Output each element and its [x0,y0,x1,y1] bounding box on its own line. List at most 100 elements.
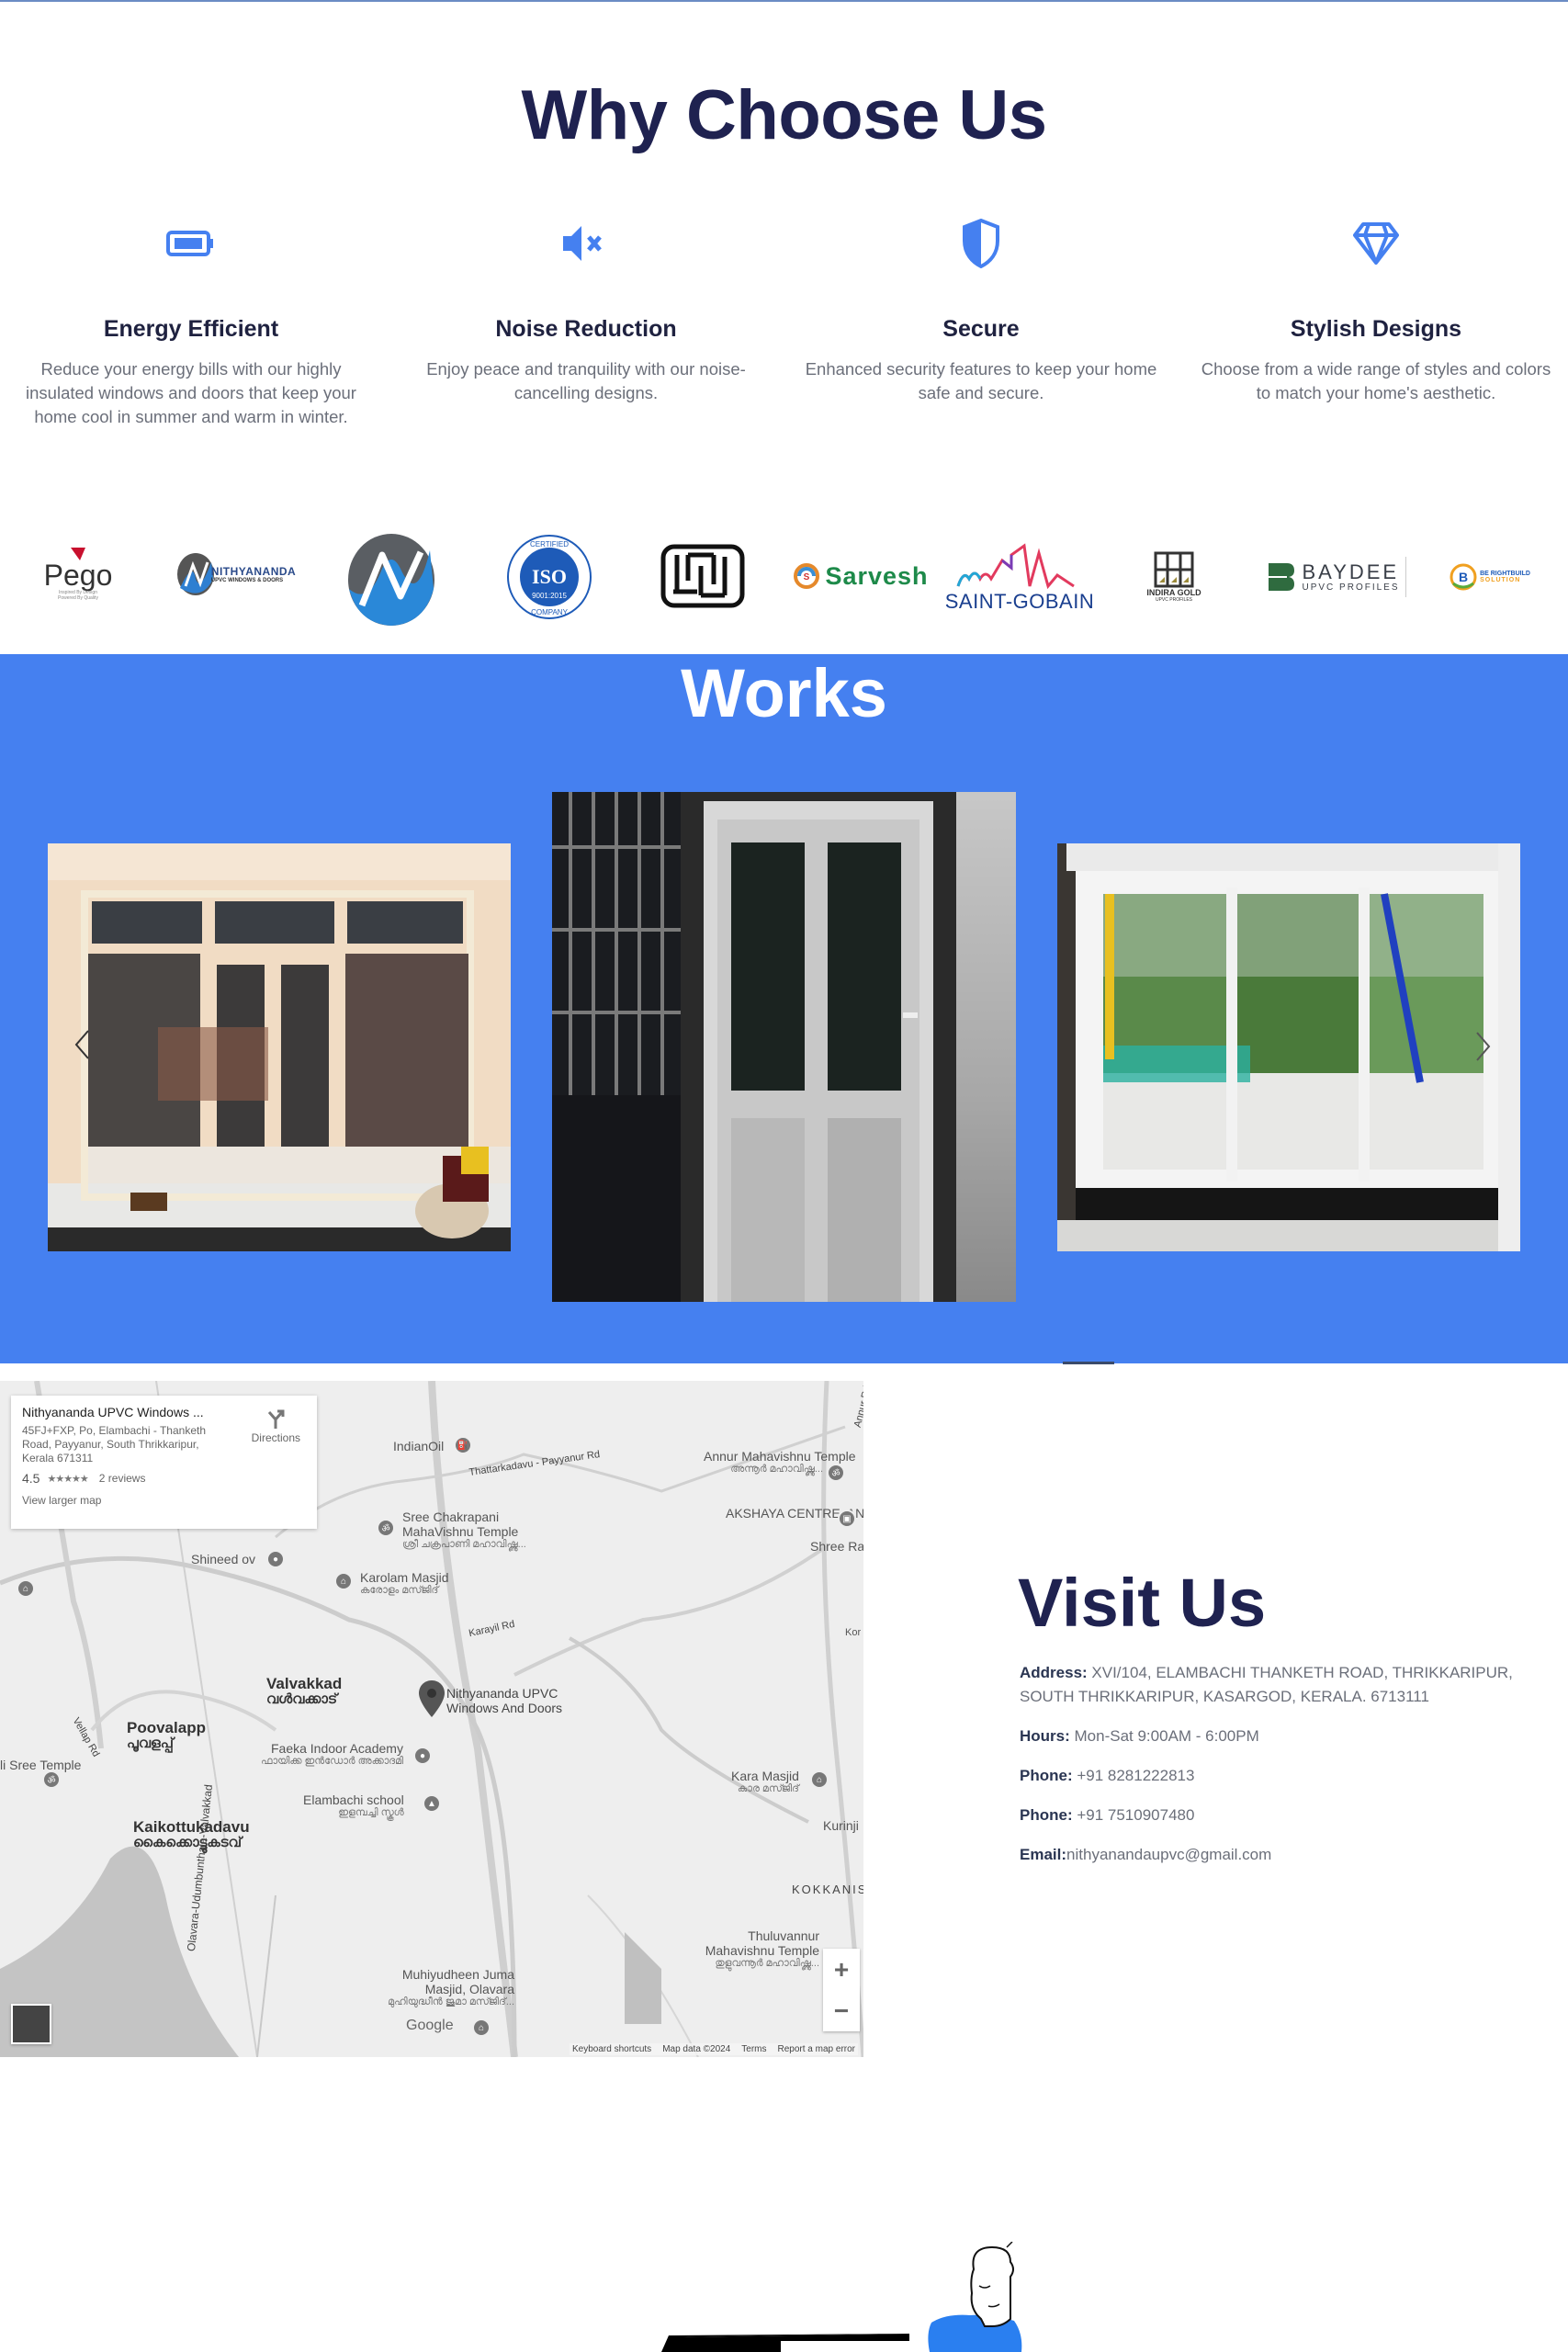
map-label: AKSHAYA CENTRE, ANNUR [726,1506,863,1521]
reviews-link[interactable]: 2 reviews [99,1472,146,1485]
carousel-prev-arrow[interactable] [73,1029,99,1066]
terms-link[interactable]: Terms [741,2044,766,2054]
view-larger-map-link[interactable]: View larger map [22,1494,306,1507]
feature-secure: Secure Enhanced security features to kee… [797,219,1165,405]
directions-icon [268,1409,285,1429]
rating-stars-icon: ★★★★★ [47,1473,88,1485]
sarvesh-logo: S Sarvesh [785,558,937,594]
mosque-poi-icon[interactable]: ⌂ [334,1572,353,1590]
be-rightbuild-logo: B BE RIGHTBUILD SOLUTION [1444,556,1536,598]
feature-noise-reduction: Noise Reduction Enjoy peace and tranquil… [402,219,770,405]
map-layer-toggle[interactable] [11,2004,51,2044]
place-rating: 4.5 ★★★★★ 2 reviews [22,1471,146,1486]
keyboard-shortcuts-link[interactable]: Keyboard shortcuts [572,2044,651,2054]
feature-description: Enhanced security features to keep your … [805,359,1157,402]
person-illustration [643,2241,1084,2352]
diamond-icon [1192,219,1560,268]
partner-logos-strip: Pego Inspired By Design Powered By Quali… [0,528,1568,639]
report-map-error-link[interactable]: Report a map error [778,2044,855,2054]
feature-title: Stylish Designs [1290,316,1462,342]
feature-description: Reduce your energy bills with our highly… [26,359,356,426]
svg-text:S: S [804,572,810,582]
n-brand-logo [342,532,441,628]
feature-energy-efficient: Energy Efficient Reduce your energy bill… [7,219,375,429]
location-pin-icon[interactable] [419,1680,445,1722]
temple-poi-icon[interactable]: ॐ [827,1464,845,1482]
map-label: Kurinji [823,1818,859,1833]
google-logo: Google [406,2018,454,2033]
bank-poi-icon[interactable]: ▣ [838,1510,856,1528]
map-label: Kor [845,1627,862,1638]
works-section: Works [0,654,1568,1364]
map-label: Sree Chakrapani MahaVishnu Temple ശ്രീ ചക… [402,1510,526,1550]
map-area-label: Poovalapp പൂവളപ്പ് [127,1719,206,1751]
svg-text:B: B [1459,570,1468,584]
baydee-logo: BAYDEE UPVC PROFILES [1264,556,1411,598]
map-label: Annur Mahavishnu Temple അന്നൂർ മഹാവിഷ്ണു.… [704,1449,856,1475]
zoom-in-button[interactable]: + [823,1949,860,1990]
hours-row: Hours: Mon-Sat 9:00AM - 6:00PM [1020,1727,1259,1745]
work-image-white-door[interactable] [552,792,1016,1302]
map-label: Elambachi school ഇളമ്പച്ചി സ്കൂൾ [303,1792,404,1818]
place-poi-icon[interactable]: ● [413,1747,432,1765]
phone-row-2: Phone: +91 7510907480 [1020,1806,1195,1824]
feature-description: Enjoy peace and tranquility with our noi… [426,359,746,402]
map-label: li Sree Temple [0,1758,82,1772]
map-area-label: KOKKANIS [792,1883,863,1896]
svg-text:CERTIFIED: CERTIFIED [530,540,569,548]
pego-logo: Pego Inspired By Design Powered By Quali… [41,537,115,611]
school-poi-icon[interactable]: ▲ [423,1794,441,1813]
feature-title: Noise Reduction [495,316,677,342]
zoom-out-button[interactable]: − [823,1990,860,2031]
svg-text:ISO: ISO [532,565,567,588]
why-choose-us-heading: Why Choose Us [521,76,1048,154]
phone-link[interactable]: +91 8281222813 [1073,1767,1194,1784]
shield-icon [797,219,1165,268]
map-zoom-controls: + − [823,1949,860,2031]
carousel-next-arrow[interactable] [1473,1031,1499,1068]
mosque-poi-icon[interactable]: ⌂ [810,1770,829,1789]
map-area-label: Kaikottukadavu കൈക്കൊട്ടുകടവ് [133,1818,250,1850]
google-map-embed[interactable]: IndianOil ⛽ Thattarkadavu - Payyanur Rd … [0,1381,863,2057]
map-label: Kara Masjid കാര മസ്ജിദ് [731,1769,799,1794]
feature-stylish-designs: Stylish Designs Choose from a wide range… [1192,219,1560,405]
fuel-poi-icon[interactable]: ⛽ [454,1436,472,1454]
contact-info: Address: XVI/104, ELAMBACHI THANKETH ROA… [1020,1661,1562,1883]
phone-link[interactable]: +91 7510907480 [1073,1806,1194,1824]
work-image-sliding-window[interactable] [1057,843,1520,1251]
map-area-label: Valvakkad വൾവക്കാട് [266,1675,343,1707]
visit-us-heading: Visit Us [1018,1565,1267,1641]
map-pin-label: Nithyananda UPVC Windows And Doors [446,1686,563,1715]
mosque-poi-icon[interactable]: ⌂ [17,1579,35,1598]
map-label: Thuluvannur Mahavishnu Temple തുളുവന്നൂർ … [705,1928,819,1969]
phone-row-1: Phone: +91 8281222813 [1020,1767,1195,1784]
feature-description: Choose from a wide range of styles and c… [1201,359,1551,402]
indira-gold-logo: INDIRA GOLD UPVC PROFILES [1146,545,1201,609]
temple-poi-icon[interactable]: ॐ [42,1770,61,1789]
email-link[interactable]: nithyanandaupvc@gmail.com [1066,1846,1271,1863]
address-row: Address: XVI/104, ELAMBACHI THANKETH ROA… [1020,1664,1513,1705]
works-heading: Works [681,655,887,731]
map-label: Karolam Masjid കരോളം മസ്ജിദ് [360,1570,449,1596]
map-label: Faeka Indoor Academy ഫായിക്ക ഇൻഡോർ അക്കാദ… [261,1741,403,1767]
isi-mark-logo [660,543,746,609]
iso-certified-logo: ISO 9001:2015 CERTIFIED COMPANY [506,534,592,620]
email-row: Email:nithyanandaupvc@gmail.com [1020,1846,1272,1863]
mosque-poi-icon[interactable]: ⌂ [472,2018,491,2037]
feature-title: Secure [942,316,1020,342]
saint-gobain-logo: SAINT-GOBAIN [937,541,1102,615]
carousel-indicator[interactable] [1063,1362,1114,1364]
directions-button[interactable]: Directions [252,1408,300,1444]
place-poi-icon[interactable]: ● [266,1550,285,1568]
map-label: IndianOil [393,1439,445,1453]
work-image-french-doors[interactable] [48,843,511,1251]
place-address: 45FJ+FXP, Po, Elambachi - Thanketh Road,… [22,1424,206,1464]
logo-divider [1404,557,1406,597]
temple-poi-icon[interactable]: ॐ [377,1519,395,1537]
nithyananda-logo: NITHYANANDA UPVC WINDOWS & DOORS [171,548,299,600]
map-place-card: Nithyananda UPVC Windows ... 45FJ+FXP, P… [11,1396,317,1529]
mute-speaker-icon [402,219,770,268]
map-label: Shree Ra [810,1539,863,1554]
svg-text:9001:2015: 9001:2015 [532,592,567,600]
map-label: Muhiyudheen Juma Masjid, Olavara മുഹിയുദ്… [388,1967,514,2007]
